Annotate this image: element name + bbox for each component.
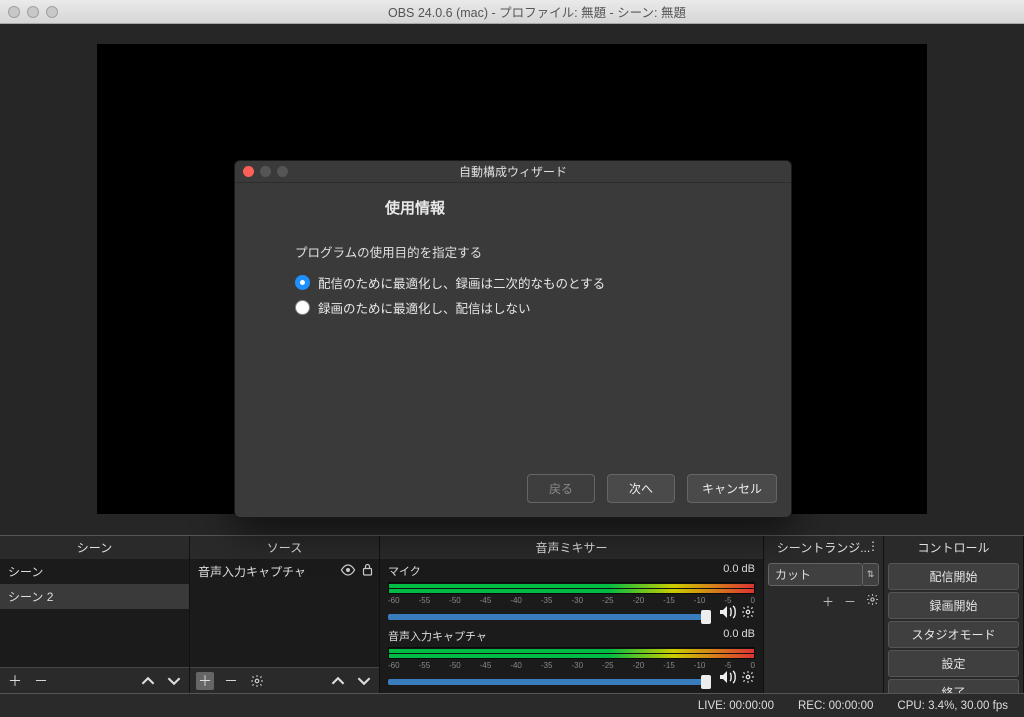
auto-config-wizard: 自動構成ウィザード 使用情報 プログラムの使用目的を指定する 配信のために最適化… [234,160,792,518]
wizard-title: 自動構成ウィザード [235,163,791,180]
source-down-button[interactable] [355,672,373,690]
sources-panel: ソース 音声入力キャプチャ ＋ － [190,536,380,693]
remove-scene-button[interactable]: － [32,672,50,690]
wizard-next-button[interactable]: 次へ [607,474,675,503]
scenes-toolbar: ＋ － [0,667,189,693]
status-bar: LIVE: 00:00:00 REC: 00:00:00 CPU: 3.4%, … [0,693,1024,717]
mixer-ticks: -60-55-50-45-40-35-30-25-20-15-10-50 [388,661,755,670]
mixer-channel-name: マイク [388,563,421,579]
traffic-light-close-icon[interactable] [8,6,20,18]
sources-header: ソース [190,536,379,559]
speaker-icon[interactable] [719,605,737,622]
chevron-updown-icon: ⇅ [863,563,879,586]
mixer-volume-slider[interactable] [388,614,711,620]
studio-mode-button[interactable]: スタジオモード [888,621,1019,648]
window-titlebar: OBS 24.0.6 (mac) - プロファイル: 無題 - シーン: 無題 [0,0,1024,24]
mixer-channel: マイク 0.0 dB -60-55-50-45-40-35-30-25-20-15… [380,559,763,624]
sources-list[interactable]: 音声入力キャプチャ [190,559,379,667]
gear-icon[interactable] [741,605,755,622]
visibility-icon[interactable] [340,564,356,576]
exit-button[interactable]: 終了 [888,679,1019,693]
panel-menu-icon[interactable]: ⋮ [867,539,879,553]
source-up-button[interactable] [329,672,347,690]
scenes-list[interactable]: シーン シーン 2 [0,559,189,667]
add-scene-button[interactable]: ＋ [6,672,24,690]
window-title: OBS 24.0.6 (mac) - プロファイル: 無題 - シーン: 無題 [58,2,1016,21]
wizard-option-streaming[interactable]: 配信のために最適化し、録画は二次的なものとする [295,273,761,292]
start-stream-button[interactable]: 配信開始 [888,563,1019,590]
wizard-heading: 使用情報 [265,197,761,218]
source-item[interactable]: 音声入力キャプチャ [190,559,379,584]
gear-icon[interactable] [741,670,755,687]
traffic-light-min-icon[interactable] [27,6,39,18]
transition-selected: カット [768,563,863,586]
remove-transition-button[interactable]: － [844,593,856,610]
scene-item[interactable]: シーン 2 [0,584,189,609]
transitions-panel: シーントランジ...⋮ カット ⇅ ＋ － [764,536,884,693]
status-live: LIVE: 00:00:00 [698,700,774,712]
source-settings-button[interactable] [248,672,266,690]
radio-icon [295,275,310,290]
lock-icon[interactable] [362,563,373,576]
mixer-channel-level: 0.0 dB [723,628,755,644]
wizard-option-label: 録画のために最適化し、配信はしない [318,298,531,317]
close-icon[interactable] [243,166,254,177]
scenes-panel: シーン シーン シーン 2 ＋ － [0,536,190,693]
status-rec: REC: 00:00:00 [798,700,873,712]
speaker-icon[interactable] [719,670,737,687]
wizard-subheading: プログラムの使用目的を指定する [295,242,761,261]
bottom-dock: シーン シーン シーン 2 ＋ － ソース 音声入力キャプチャ ＋ [0,535,1024,693]
mixer-channel-level: 0.0 dB [723,563,755,579]
mixer-channel: 音声入力キャプチャ 0.0 dB -60-55-50-45-40-35-30-25… [380,624,763,689]
scene-up-button[interactable] [139,672,157,690]
wizard-titlebar: 自動構成ウィザード [235,161,791,183]
source-label: 音声入力キャプチャ [198,565,306,579]
mixer-channel-name: 音声入力キャプチャ [388,628,487,644]
traffic-light-disabled-icon [277,166,288,177]
mixer-header: 音声ミキサー [380,536,763,559]
wizard-option-recording[interactable]: 録画のために最適化し、配信はしない [295,298,761,317]
controls-header: コントロール [884,536,1023,559]
remove-source-button[interactable]: － [222,672,240,690]
traffic-light-max-icon[interactable] [46,6,58,18]
radio-icon [295,300,310,315]
status-cpu: CPU: 3.4%, 30.00 fps [897,700,1008,712]
transition-select[interactable]: カット ⇅ [768,563,879,586]
mixer-meter [388,647,755,659]
wizard-back-button: 戻る [527,474,595,503]
scenes-header: シーン [0,536,189,559]
scene-down-button[interactable] [165,672,183,690]
scene-item[interactable]: シーン [0,559,189,584]
sources-toolbar: ＋ － [190,667,379,693]
transition-settings-button[interactable] [866,593,879,610]
mixer-ticks: -60-55-50-45-40-35-30-25-20-15-10-50 [388,596,755,605]
mixer-meter [388,582,755,594]
mixer-panel: 音声ミキサー マイク 0.0 dB -60-55-50-45-40-35-30-2… [380,536,764,693]
controls-panel: コントロール 配信開始 録画開始 スタジオモード 設定 終了 [884,536,1024,693]
transitions-header: シーントランジ...⋮ [764,536,883,559]
add-transition-button[interactable]: ＋ [822,593,834,610]
wizard-cancel-button[interactable]: キャンセル [687,474,777,503]
mixer-body: マイク 0.0 dB -60-55-50-45-40-35-30-25-20-15… [380,559,763,693]
mixer-volume-slider[interactable] [388,679,711,685]
wizard-option-label: 配信のために最適化し、録画は二次的なものとする [318,273,605,292]
add-source-button[interactable]: ＋ [196,672,214,690]
traffic-light-disabled-icon [260,166,271,177]
settings-button[interactable]: 設定 [888,650,1019,677]
start-record-button[interactable]: 録画開始 [888,592,1019,619]
